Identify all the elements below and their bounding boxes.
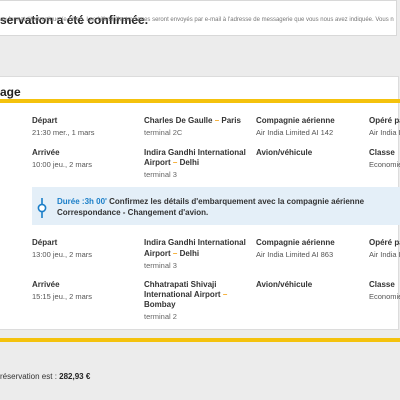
flight1-departure-time: 21:30 mer., 1 mars bbox=[32, 128, 95, 137]
connection-notice bbox=[32, 187, 400, 225]
flight2-class-label: Classe bbox=[369, 280, 395, 289]
flight2-airline-label: Compagnie aérienne bbox=[256, 238, 335, 247]
total-amount: 282,93 € bbox=[59, 372, 91, 381]
flight2-operated-label: Opéré pa bbox=[369, 238, 400, 247]
flight1-aircraft-label: Avion/véhicule bbox=[256, 148, 313, 157]
flight2-origin-line2: Airport – Delhi bbox=[144, 249, 200, 258]
flight1-origin: Charles De Gaulle – Paris bbox=[144, 116, 241, 125]
flight2-departure-label: Départ bbox=[32, 238, 58, 247]
connection-message-line2: Correspondance - Changement d'avion. bbox=[57, 208, 209, 217]
flight2-destination-line1: Chhatrapati Shivaji bbox=[144, 280, 217, 289]
flight1-class-value: Economie bbox=[369, 160, 400, 169]
flight2-arrival-label: Arrivée bbox=[32, 280, 60, 289]
notice-area bbox=[0, 36, 400, 74]
flight1-airline-label: Compagnie aérienne bbox=[256, 116, 335, 125]
itinerary-section-title: age bbox=[0, 85, 21, 99]
flight1-arrival-time: 10:00 jeu., 2 mars bbox=[32, 160, 93, 169]
eticket-notice: au format électronique (e-billet). Les b… bbox=[0, 17, 394, 23]
flight2-destination-line2: International Airport – bbox=[144, 290, 228, 299]
flight2-destination-city: Bombay bbox=[144, 300, 176, 309]
section-accent-bar bbox=[0, 99, 400, 103]
flight2-origin-line1: Indira Gandhi International bbox=[144, 238, 246, 247]
flight2-aircraft-label: Avion/véhicule bbox=[256, 280, 313, 289]
flight1-departure-label: Départ bbox=[32, 116, 58, 125]
connection-route-icon bbox=[37, 198, 47, 218]
flight1-destination-line2: Airport – Delhi bbox=[144, 158, 200, 167]
connection-duration: Durée :3h 00' bbox=[57, 197, 107, 206]
connection-message-line1: Durée :3h 00' Confirmez les détails d'em… bbox=[57, 197, 365, 206]
flight1-destination-terminal: terminal 3 bbox=[144, 170, 177, 179]
flight1-class-label: Classe bbox=[369, 148, 395, 157]
flight2-class-value: Economie bbox=[369, 292, 400, 301]
flight2-arrival-time: 15:15 jeu., 2 mars bbox=[32, 292, 93, 301]
flight1-origin-terminal: terminal 2C bbox=[144, 128, 183, 137]
reservation-total: réservation est : 282,93 € bbox=[0, 372, 91, 381]
flight2-origin-terminal: terminal 3 bbox=[144, 261, 177, 270]
flight2-operated-value: Air India Li bbox=[369, 250, 400, 259]
flight1-operated-value: Air India Li bbox=[369, 128, 400, 137]
flight2-destination-terminal: terminal 2 bbox=[144, 312, 177, 321]
flight1-destination-line1: Indira Gandhi International bbox=[144, 148, 246, 157]
flight1-operated-label: Opéré pa bbox=[369, 116, 400, 125]
flight1-airline-value: Air India Limited AI 142 bbox=[256, 128, 334, 137]
summary-accent-bar bbox=[0, 338, 400, 342]
flight1-arrival-label: Arrivée bbox=[32, 148, 60, 157]
flight2-airline-value: Air India Limited AI 863 bbox=[256, 250, 334, 259]
flight2-departure-time: 13:00 jeu., 2 mars bbox=[32, 250, 93, 259]
